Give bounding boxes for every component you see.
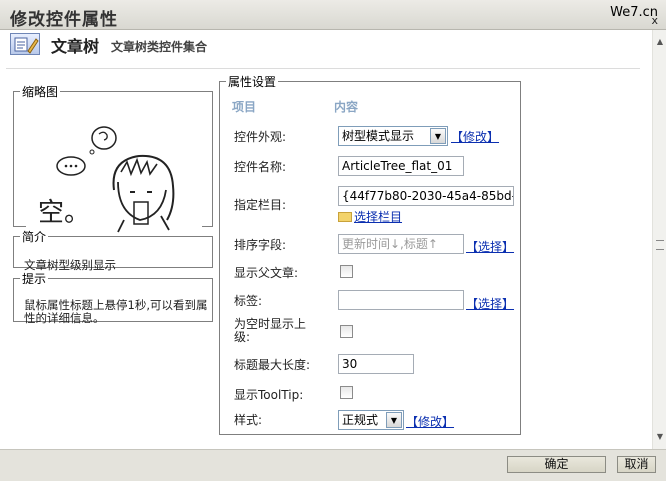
style-value: 正规式: [342, 413, 379, 427]
thumbnail-image: 空。: [26, 112, 202, 234]
window-title: 修改控件属性: [10, 10, 118, 30]
intro-legend: 简介: [22, 230, 47, 244]
appearance-label: 控件外观:: [234, 130, 287, 144]
column-header-content: 内容: [334, 100, 359, 114]
show-tooltip-label: 显示ToolTip:: [234, 388, 304, 402]
appearance-modify-link[interactable]: 【修改】: [451, 128, 499, 145]
show-parent-empty-label: 为空时显示上级:: [234, 317, 307, 344]
scroll-down-icon[interactable]: ▼: [655, 431, 665, 443]
thumbnail-legend: 缩略图: [22, 85, 59, 99]
select-channel-link[interactable]: 选择栏目: [338, 208, 402, 225]
scroll-up-icon[interactable]: ▲: [655, 36, 665, 48]
tip-text: 鼠标属性标题上悬停1秒,可以看到属性的详细信息。: [24, 298, 208, 325]
thumbnail-caption: 空。: [38, 198, 91, 228]
properties-legend: 属性设置: [228, 75, 277, 89]
dialog-footer: 确定 取消: [0, 449, 666, 481]
sort-field-label: 排序字段:: [234, 238, 287, 252]
ok-button[interactable]: 确定: [507, 456, 606, 473]
close-icon[interactable]: x: [651, 14, 658, 27]
channel-label: 指定栏目:: [234, 198, 287, 212]
control-description: 文章树类控件集合: [111, 40, 208, 54]
tip-group: 提示 鼠标属性标题上悬停1秒,可以看到属性的详细信息。: [13, 270, 213, 325]
title-max-length-input[interactable]: 30: [338, 354, 414, 374]
thumbnail-group: 缩略图 空。: [13, 83, 213, 234]
appearance-select[interactable]: 树型模式显示 ▼: [338, 126, 448, 146]
control-name-input[interactable]: ArticleTree_flat_01: [338, 156, 464, 176]
control-header: 文章树 文章树类控件集合: [0, 30, 652, 69]
show-parent-label: 显示父文章:: [234, 266, 299, 280]
cancel-button[interactable]: 取消: [617, 456, 656, 473]
chevron-down-icon[interactable]: ▼: [430, 128, 446, 144]
appearance-value: 树型模式显示: [342, 129, 415, 143]
tags-select-link[interactable]: 【选择】: [466, 295, 514, 312]
style-label: 样式:: [234, 413, 263, 427]
column-header-item: 项目: [232, 100, 257, 114]
channel-input[interactable]: {44f77b80-2030-45a4-85bd-58: [338, 186, 514, 206]
control-name-label: 控件名称:: [234, 160, 287, 174]
sort-field-input[interactable]: 更新时间↓,标题↑: [338, 234, 464, 254]
style-select[interactable]: 正规式 ▼: [338, 410, 404, 430]
control-type-icon: [10, 33, 40, 55]
show-tooltip-checkbox[interactable]: [340, 386, 353, 399]
chevron-down-icon[interactable]: ▼: [386, 412, 402, 428]
show-parent-checkbox[interactable]: [340, 265, 353, 278]
style-modify-link[interactable]: 【修改】: [406, 413, 454, 430]
show-parent-empty-checkbox[interactable]: [340, 325, 353, 338]
scrollbar-thumb[interactable]: [656, 240, 664, 250]
control-name-title: 文章树: [51, 37, 100, 56]
select-channel-label: 选择栏目: [354, 210, 403, 224]
vertical-scrollbar[interactable]: ▲ ▼: [652, 30, 666, 449]
title-bar: 修改控件属性 We7.cn x: [0, 0, 666, 30]
tip-legend: 提示: [22, 272, 47, 286]
folder-icon: [338, 212, 352, 222]
sort-field-select-link[interactable]: 【选择】: [466, 238, 514, 255]
tags-input[interactable]: [338, 290, 464, 310]
header-divider: [6, 68, 640, 69]
intro-group: 简介 文章树型级别显示: [13, 228, 213, 272]
tags-label: 标签:: [234, 294, 263, 308]
title-max-length-label: 标题最大长度:: [234, 358, 311, 372]
